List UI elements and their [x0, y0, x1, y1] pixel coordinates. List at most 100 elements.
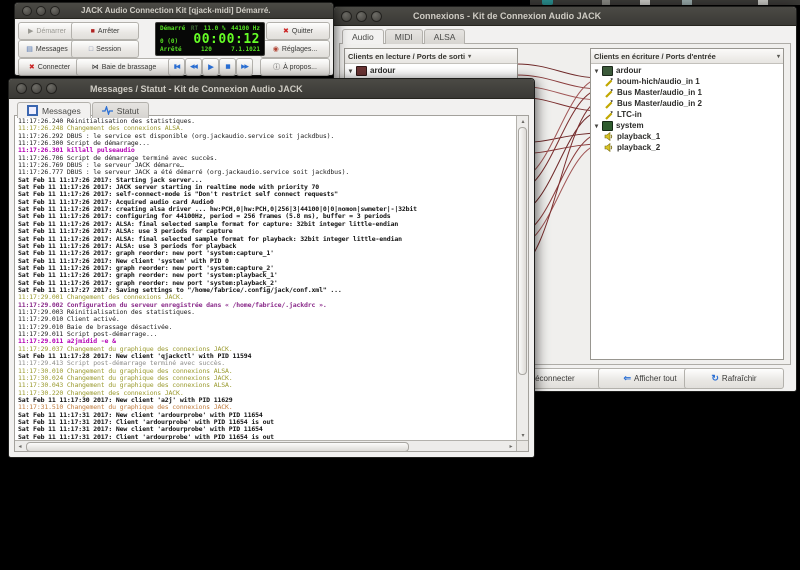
window-controls — [22, 6, 60, 16]
close-icon[interactable] — [341, 11, 352, 22]
patchbay-button[interactable]: ⋈ Baie de brassage — [76, 58, 172, 76]
server-status: Démarré — [160, 25, 185, 32]
start-button[interactable]: ▶ Démarrer — [18, 22, 76, 40]
window-title: Connexions - Kit de Connexion Audio JACK — [413, 11, 601, 21]
forward-icon: ▶▶ — [241, 64, 247, 70]
transport-skip-backward-button[interactable]: ▮◀ — [168, 58, 185, 76]
window-controls — [16, 83, 57, 94]
minimize-icon[interactable] — [31, 83, 42, 94]
port-row[interactable]: playback_2 — [591, 142, 783, 153]
client-row[interactable]: ▾ system — [591, 120, 783, 131]
audio-input-port-icon — [604, 110, 614, 120]
desktop-panel — [530, 0, 800, 5]
maximize-icon[interactable] — [46, 83, 57, 94]
settings-button[interactable]: ◉ Réglages... — [260, 40, 330, 58]
settings-icon: ◉ — [273, 45, 279, 53]
horizontal-scrollbar[interactable]: ◂ ▸ — [15, 440, 516, 451]
tab-audio[interactable]: Audio — [342, 29, 384, 44]
port-name: Bus Master/audio_in 1 — [617, 88, 702, 97]
main-titlebar[interactable]: JACK Audio Connection Kit [qjack-midi] D… — [15, 3, 333, 19]
connect-icon: ✖ — [29, 63, 35, 71]
tab-messages[interactable]: Messages — [17, 102, 91, 118]
client-icon — [602, 121, 613, 131]
client-name: system — [616, 121, 644, 130]
session-button[interactable]: □ Session — [71, 40, 139, 58]
window-controls — [341, 11, 382, 22]
client-name: ardour — [370, 66, 395, 75]
horizontal-scroll-thumb[interactable] — [26, 442, 409, 452]
panel-launcher-icon[interactable] — [542, 0, 553, 5]
messages-icon: ▤ — [26, 45, 33, 53]
transport-state: Arrêté — [160, 46, 182, 53]
scroll-right-icon[interactable]: ▸ — [506, 441, 516, 451]
tab-midi[interactable]: MIDI — [385, 29, 423, 44]
scroll-down-icon[interactable]: ▾ — [518, 430, 528, 440]
connections-titlebar[interactable]: Connexions - Kit de Connexion Audio JACK — [334, 7, 796, 26]
transport-play-button[interactable]: ▶ — [202, 58, 219, 76]
quit-icon: ✖ — [283, 27, 289, 35]
panel-icon[interactable] — [602, 0, 610, 5]
resize-grip[interactable] — [516, 440, 528, 451]
play-icon: ▶ — [208, 63, 212, 71]
play-icon: ▶ — [28, 27, 33, 35]
bpm: 120 — [201, 46, 212, 53]
main-body: ▶ Démarrer ■ Arrêter ✖ Quitter ▤ Message… — [15, 19, 333, 74]
close-icon[interactable] — [16, 83, 27, 94]
connect-button[interactable]: ✖ Connecter — [18, 58, 81, 76]
close-icon[interactable] — [22, 6, 32, 16]
port-name: LTC-in — [617, 110, 642, 119]
expand-arrow-icon[interactable]: ▾ — [591, 67, 602, 75]
port-row[interactable]: playback_1 — [591, 131, 783, 142]
scroll-up-icon[interactable]: ▴ — [518, 116, 528, 126]
xrun-count: 0 (0) — [160, 38, 178, 45]
right-tree: ▾ ardour boum-hich/audio_in 1 Bus Master/au… — [591, 64, 783, 153]
port-name: Bus Master/audio_in 2 — [617, 99, 702, 108]
log-view[interactable]: 11:17:26.240 Réinitialisation des statis… — [15, 116, 516, 440]
expand-arrow-icon[interactable]: ▾ — [345, 67, 356, 75]
tab-status[interactable]: Statut — [92, 102, 149, 118]
rewind-icon: ◀◀ — [190, 64, 196, 70]
patchbay-icon: ⋈ — [92, 63, 99, 71]
port-name: playback_2 — [617, 143, 660, 152]
pause-icon: ▮▮ — [225, 64, 229, 70]
port-row[interactable]: LTC-in — [591, 109, 783, 120]
messages-button[interactable]: ▤ Messages — [18, 40, 76, 58]
tab-alsa[interactable]: ALSA — [424, 29, 466, 44]
about-icon: ⓘ — [273, 62, 280, 72]
messages-window: Messages / Statut - Kit de Connexion Aud… — [8, 78, 535, 458]
panel-icon[interactable] — [640, 0, 650, 5]
port-name: boum-hich/audio_in 1 — [617, 77, 700, 86]
readable-clients-header[interactable]: Clients en lecture / Ports de sorti▾ — [345, 49, 517, 64]
sample-rate: 44100 Hz — [231, 25, 260, 32]
port-row[interactable]: boum-hich/audio_in 1 — [591, 76, 783, 87]
messages-titlebar[interactable]: Messages / Statut - Kit de Connexion Aud… — [9, 79, 534, 99]
maximize-icon[interactable] — [371, 11, 382, 22]
refresh-button[interactable]: ↻ Rafraîchir — [684, 368, 784, 389]
transport-rewind-button[interactable]: ◀◀ — [185, 58, 202, 76]
elapsed-time: 00:00:12 — [193, 34, 260, 45]
window-title: JACK Audio Connection Kit [qjack-midi] D… — [81, 6, 271, 15]
scroll-left-icon[interactable]: ◂ — [15, 441, 25, 451]
client-name: ardour — [616, 66, 641, 75]
vertical-scroll-thumb[interactable] — [518, 127, 527, 375]
port-row[interactable]: Bus Master/audio_in 2 — [591, 98, 783, 109]
stop-icon: ■ — [91, 28, 95, 35]
panel-icon[interactable] — [682, 0, 692, 5]
quit-button[interactable]: ✖ Quitter — [266, 22, 330, 40]
panel-icon[interactable] — [758, 0, 768, 5]
minimize-icon[interactable] — [36, 6, 46, 16]
writable-clients-header[interactable]: Clients en écriture / Ports d'entrée▾ — [591, 49, 783, 64]
client-row[interactable]: ▾ ardour — [591, 65, 783, 76]
transport-pause-button[interactable]: ▮▮ — [219, 58, 236, 76]
refresh-icon: ↻ — [711, 373, 719, 384]
vertical-scrollbar[interactable]: ▴ ▾ — [516, 116, 528, 440]
transport-forward-button[interactable]: ▶▶ — [236, 58, 253, 76]
expand-arrow-icon[interactable]: ▾ — [591, 122, 602, 130]
stop-button[interactable]: ■ Arrêter — [71, 22, 139, 40]
port-row[interactable]: Bus Master/audio_in 1 — [591, 87, 783, 98]
about-button[interactable]: ⓘ À propos... — [260, 58, 330, 76]
minimize-icon[interactable] — [356, 11, 367, 22]
qjackctl-main-window: JACK Audio Connection Kit [qjack-midi] D… — [14, 2, 334, 76]
client-row[interactable]: ▾ ardour — [345, 65, 517, 76]
maximize-icon[interactable] — [50, 6, 60, 16]
